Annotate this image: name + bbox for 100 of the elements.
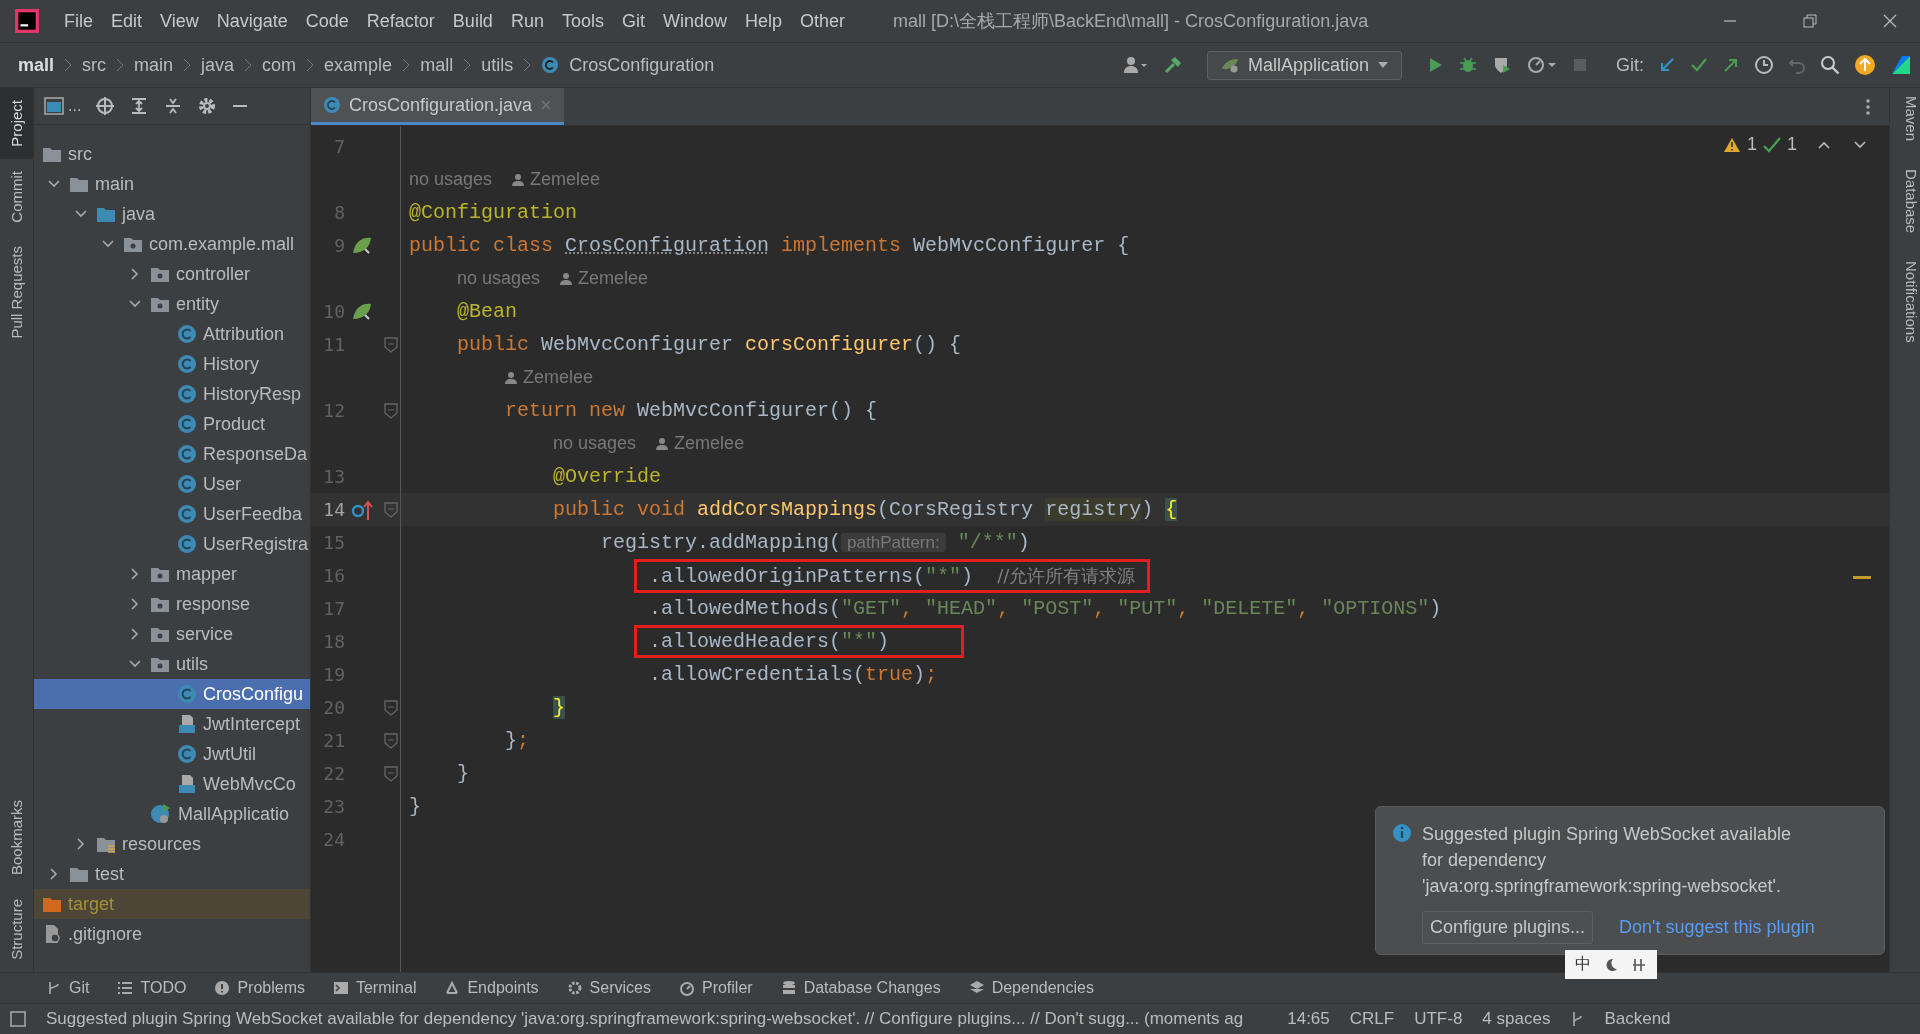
warning-icon[interactable]: [1722, 136, 1741, 153]
tree-item[interactable]: utils: [176, 653, 208, 675]
usages-hint[interactable]: no usages: [457, 268, 541, 289]
tree-item[interactable]: User: [203, 473, 241, 495]
menu-item[interactable]: File: [64, 10, 93, 32]
status-message[interactable]: Suggested plugin Spring WebSocket available for dependency 'java:org.springframework:spring-websocket'. // Configure plugins... // Don't sugg... (moments ag: [46, 1009, 1244, 1029]
menu-item[interactable]: View: [160, 10, 199, 32]
breadcrumb[interactable]: CrosConfiguration: [569, 54, 715, 76]
breadcrumb[interactable]: mall: [18, 54, 55, 76]
status-item[interactable]: 4 spaces: [1482, 1009, 1551, 1029]
panel-icon[interactable]: [44, 97, 64, 115]
clock-icon[interactable]: [1754, 55, 1774, 75]
fold-marker-icon[interactable]: [384, 765, 398, 782]
tool-window-button[interactable]: Problems: [214, 979, 305, 997]
tree-item[interactable]: src: [68, 143, 92, 165]
punctuation-icon[interactable]: [1631, 956, 1647, 973]
tool-window-button[interactable]: Profiler: [678, 979, 753, 997]
bug-icon[interactable]: [1458, 55, 1478, 75]
update-icon[interactable]: [1854, 54, 1876, 76]
branch-icon[interactable]: [1570, 1011, 1585, 1027]
breadcrumb[interactable]: main: [134, 54, 174, 76]
input-mode-key[interactable]: 中: [1575, 954, 1591, 975]
tree-item[interactable]: resources: [122, 833, 202, 855]
panel-toggle-icon[interactable]: [10, 1011, 26, 1027]
override-icon[interactable]: [351, 498, 373, 521]
status-item[interactable]: 14:65: [1287, 1009, 1330, 1029]
more-icon[interactable]: [1865, 96, 1871, 117]
tree-item[interactable]: com.example.mall: [149, 233, 295, 255]
run-configuration-dropdown[interactable]: MallApplication: [1206, 50, 1402, 80]
dont-suggest-link[interactable]: Don't suggest this plugin: [1619, 917, 1815, 938]
shield-icon[interactable]: [1492, 55, 1512, 75]
profile-icon[interactable]: [1526, 55, 1558, 75]
check-icon[interactable]: [1690, 56, 1708, 74]
menu-item[interactable]: Edit: [111, 10, 143, 32]
tree-item[interactable]: JwtUtil: [203, 743, 256, 765]
tool-window-button[interactable]: Endpoints: [444, 979, 539, 997]
tree-item[interactable]: mapper: [176, 563, 238, 585]
tool-window-button[interactable]: TODO: [117, 979, 187, 997]
target-icon[interactable]: [95, 96, 116, 116]
fold-marker-icon[interactable]: [384, 336, 398, 353]
tool-window-button[interactable]: Terminal: [332, 979, 417, 997]
editor-tab[interactable]: CrosConfiguration.java: [311, 88, 565, 125]
tree-item[interactable]: UserRegistra: [203, 533, 309, 555]
tree-item[interactable]: WebMvcCo: [203, 773, 296, 795]
tool-window-tab[interactable]: Structure: [0, 887, 33, 972]
tree-item[interactable]: service: [176, 623, 233, 645]
menu-item[interactable]: Tools: [561, 10, 604, 32]
menu-item[interactable]: Window: [662, 10, 727, 32]
tree-item[interactable]: .gitignore: [68, 923, 143, 945]
author-hint[interactable]: Zemelee: [578, 268, 649, 289]
tool-window-tab[interactable]: Project: [0, 88, 33, 159]
tree-item[interactable]: HistoryResp: [203, 383, 302, 405]
configure-plugins-button[interactable]: Configure plugins...: [1422, 911, 1594, 944]
tool-window-button[interactable]: Dependencies: [968, 979, 1094, 997]
user-icon[interactable]: [1122, 56, 1149, 74]
tree-item[interactable]: Product: [203, 413, 266, 435]
tree-item[interactable]: ResponseDa: [203, 443, 308, 465]
push-arrow-icon[interactable]: [1722, 56, 1740, 74]
tool-window-tab[interactable]: Pull Requests: [0, 234, 33, 351]
tree-item[interactable]: UserFeedba: [203, 503, 303, 525]
breadcrumb[interactable]: utils: [481, 54, 514, 76]
menu-item[interactable]: Help: [745, 10, 783, 32]
menu-item[interactable]: Navigate: [216, 10, 288, 32]
breadcrumb[interactable]: java: [201, 54, 235, 76]
fold-marker-icon[interactable]: [384, 501, 398, 518]
tree-item[interactable]: History: [203, 353, 259, 375]
update-arrow-icon[interactable]: [1658, 56, 1676, 74]
fold-marker-icon[interactable]: [384, 402, 398, 419]
usages-hint[interactable]: no usages: [553, 433, 637, 454]
tool-window-tab[interactable]: Commit: [0, 158, 33, 235]
panel-dropdown[interactable]: ...: [68, 97, 82, 115]
check-icon[interactable]: [1763, 136, 1781, 153]
author-hint[interactable]: Zemelee: [674, 433, 745, 454]
plugin-logo-icon[interactable]: [1890, 54, 1912, 76]
tool-window-tab[interactable]: Bookmarks: [0, 788, 33, 888]
menu-item[interactable]: Refactor: [366, 10, 435, 32]
author-hint[interactable]: Zemelee: [523, 367, 594, 388]
git-branch[interactable]: Backend: [1604, 1009, 1671, 1029]
breadcrumb[interactable]: example: [324, 54, 393, 76]
menu-item[interactable]: Code: [305, 10, 349, 32]
usages-hint[interactable]: no usages: [409, 169, 493, 190]
breadcrumb[interactable]: com: [262, 54, 297, 76]
tool-window-tab[interactable]: Database: [1890, 161, 1920, 234]
fold-marker-icon[interactable]: [384, 732, 398, 749]
tree-item[interactable]: response: [176, 593, 251, 615]
tool-window-tab[interactable]: Notifications: [1890, 253, 1920, 343]
tree-item[interactable]: entity: [176, 293, 220, 315]
tree-item[interactable]: JwtIntercept: [203, 713, 301, 735]
search-icon[interactable]: [1820, 55, 1840, 75]
tree-item[interactable]: java: [122, 203, 156, 225]
menu-item[interactable]: Git: [621, 10, 645, 32]
fold-marker-icon[interactable]: [384, 699, 398, 716]
hammer-icon[interactable]: [1162, 55, 1183, 75]
tree-item[interactable]: Attribution: [203, 323, 285, 345]
tree-item[interactable]: test: [95, 863, 124, 885]
settings-icon[interactable]: [197, 96, 218, 116]
status-item[interactable]: CRLF: [1349, 1009, 1395, 1029]
tool-window-tab[interactable]: Maven: [1890, 88, 1920, 142]
breadcrumb[interactable]: mall: [420, 54, 454, 76]
tool-window-button[interactable]: Services: [566, 979, 651, 997]
